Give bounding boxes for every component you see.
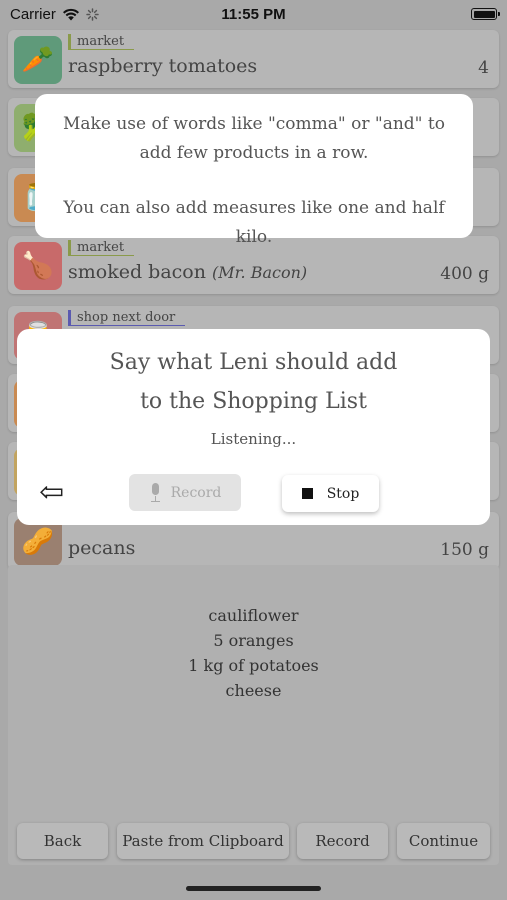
store-tag: market: [68, 34, 135, 50]
vegetables-icon: 🥕: [14, 36, 62, 84]
back-button[interactable]: Back: [17, 823, 108, 859]
battery-icon: [471, 8, 500, 20]
item-name: smoked bacon (Mr. Bacon): [68, 261, 307, 283]
item-name: raspberry tomatoes: [68, 55, 257, 77]
recognized-lines: cauliflower 5 oranges 1 kg of potatoes chee…: [8, 603, 499, 703]
hint-text-1: Make use of words like "comma" or "and" …: [63, 114, 445, 163]
status-left: Carrier: [10, 6, 99, 23]
list-item[interactable]: 🥕 market raspberry tomatoes 4: [8, 30, 499, 88]
item-name-text: raspberry tomatoes: [68, 55, 258, 77]
battery-fill: [473, 10, 495, 18]
wifi-icon: [62, 8, 79, 20]
dialog-title-line-1: Say what Leni should add: [109, 350, 398, 375]
item-name-text: smoked bacon: [68, 261, 206, 283]
stop-button-label: Stop: [326, 485, 360, 502]
recognized-line: cauliflower: [208, 606, 299, 625]
record-bottom-button[interactable]: Record: [297, 823, 388, 859]
dialog-title: Say what Leni should add to the Shopping…: [17, 343, 490, 421]
record-button[interactable]: Record: [129, 474, 241, 511]
continue-button[interactable]: Continue: [397, 823, 490, 859]
back-arrow-icon[interactable]: ⇦: [39, 478, 75, 508]
recognized-line: 5 oranges: [213, 631, 294, 650]
listening-status: Listening...: [210, 430, 297, 448]
store-tag: shop next door: [68, 310, 186, 326]
item-quantity: 400 g: [440, 264, 489, 284]
item-name: pecans: [68, 537, 135, 559]
bottom-toolbar: Back Paste from Clipboard Record Continu…: [0, 823, 507, 859]
status-bar: Carrier 11:55 PM: [0, 0, 507, 28]
paste-from-clipboard-button[interactable]: Paste from Clipboard: [117, 823, 289, 859]
recognized-text-panel: cauliflower 5 oranges 1 kg of potatoes chee…: [8, 565, 499, 865]
hint-tooltip: Make use of words like "comma" or "and" …: [35, 94, 473, 247]
item-quantity: 150 g: [440, 540, 489, 560]
activity-spinner-icon: [86, 7, 99, 21]
hint-text-2: You can also add measures like one and h…: [63, 198, 445, 247]
voice-input-dialog: Say what Leni should add to the Shopping…: [17, 329, 490, 525]
dialog-title-line-2: to the Shopping List: [140, 389, 367, 414]
nuts-icon: 🥜: [14, 518, 62, 566]
recognized-line: 1 kg of potatoes: [188, 656, 319, 675]
item-brand: (Mr. Bacon): [212, 263, 308, 282]
item-quantity: 4: [478, 58, 489, 78]
carrier-label: Carrier: [10, 5, 56, 23]
stop-button[interactable]: Stop: [282, 475, 379, 512]
recognized-line: cheese: [225, 681, 282, 700]
item-name-text: pecans: [68, 537, 136, 559]
home-indicator: [186, 886, 321, 891]
record-button-label: Record: [170, 484, 222, 501]
stop-icon: [301, 488, 313, 499]
microphone-icon: [149, 482, 161, 503]
